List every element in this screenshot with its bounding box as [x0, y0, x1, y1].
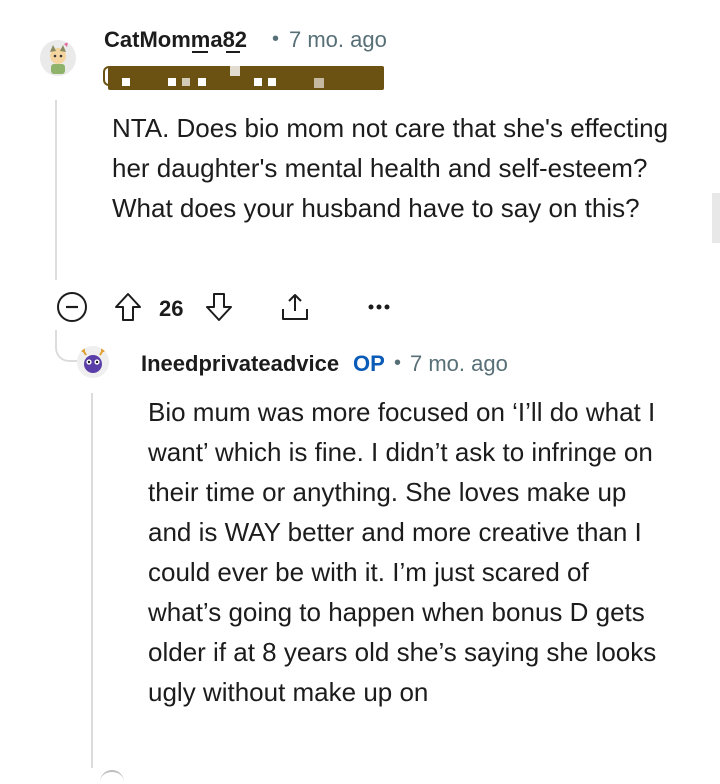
thread-line-main	[55, 100, 57, 280]
author-underline-decoration	[192, 51, 208, 53]
comment-body: NTA. Does bio mom not care that she's ef…	[112, 113, 669, 223]
alien-avatar-icon[interactable]	[77, 346, 109, 378]
comment-body: Bio mum was more focused on ‘I’ll do wha…	[148, 397, 657, 707]
downvote-button[interactable]	[203, 290, 235, 324]
upvote-button[interactable]	[112, 290, 144, 324]
comment-author[interactable]: Ineedprivateadvice	[141, 351, 339, 377]
comment-timestamp[interactable]: 7 mo. ago	[289, 27, 387, 53]
next-comment-avatar-edge	[100, 770, 124, 784]
collapse-thread-button[interactable]	[56, 291, 88, 323]
thread-connector	[55, 330, 79, 362]
scrollbar[interactable]	[712, 193, 720, 243]
thread-line-reply	[91, 393, 93, 768]
meta-separator: •	[394, 352, 402, 374]
more-options-button[interactable]	[364, 296, 394, 318]
vote-count: 26	[159, 296, 184, 321]
flair-left-bracket	[103, 66, 109, 86]
user-flair-redacted	[108, 66, 384, 90]
author-underline-decoration	[226, 51, 240, 53]
comment-timestamp[interactable]: 7 mo. ago	[410, 351, 508, 377]
op-badge: OP	[353, 351, 385, 376]
cat-avatar-icon[interactable]	[40, 40, 76, 76]
meta-separator: •	[272, 28, 280, 50]
share-button[interactable]	[278, 290, 312, 324]
comment-author[interactable]: CatMomma82	[104, 27, 247, 53]
